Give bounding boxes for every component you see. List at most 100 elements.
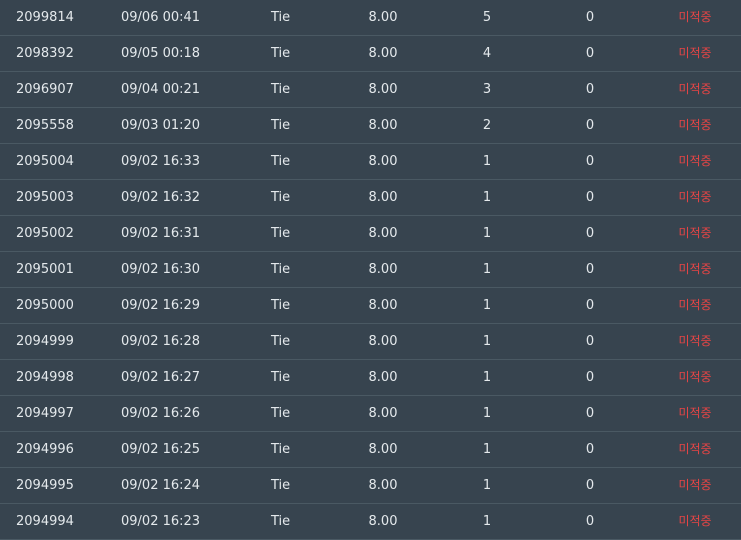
bet-time: 09/05 00:18 <box>121 46 201 61</box>
bet-choice: Tie <box>271 406 291 421</box>
bet-odds: 8.00 <box>368 154 398 169</box>
table-row: 2099814 09/06 00:41 Tie 8.00 5 0 미적중 <box>0 0 741 36</box>
status-badge: 미적중 <box>678 154 712 168</box>
win-amount: 0 <box>585 190 595 205</box>
bet-time: 09/02 16:30 <box>121 262 201 277</box>
win-amount: 0 <box>585 298 595 313</box>
bet-id: 2098392 <box>16 46 74 61</box>
win-amount: 0 <box>585 46 595 61</box>
win-amount: 0 <box>585 154 595 169</box>
bet-choice: Tie <box>271 190 291 205</box>
status-badge: 미적중 <box>678 298 712 312</box>
bet-count: 1 <box>482 262 492 277</box>
status-badge: 미적중 <box>678 118 712 132</box>
bet-id: 2094996 <box>16 442 74 457</box>
bet-time: 09/02 16:27 <box>121 370 201 385</box>
status-badge: 미적중 <box>678 406 712 420</box>
bet-odds: 8.00 <box>368 190 398 205</box>
bet-count: 1 <box>482 334 492 349</box>
win-amount: 0 <box>585 478 595 493</box>
bet-odds: 8.00 <box>368 334 398 349</box>
bet-id: 2094995 <box>16 478 74 493</box>
bet-odds: 8.00 <box>368 10 398 25</box>
table-row: 2094995 09/02 16:24 Tie 8.00 1 0 미적중 <box>0 468 741 504</box>
bet-time: 09/02 16:32 <box>121 190 201 205</box>
bet-count: 5 <box>482 10 492 25</box>
win-amount: 0 <box>585 10 595 25</box>
bet-choice: Tie <box>271 370 291 385</box>
bet-choice: Tie <box>271 334 291 349</box>
bet-odds: 8.00 <box>368 298 398 313</box>
bet-odds: 8.00 <box>368 82 398 97</box>
status-badge: 미적중 <box>678 226 712 240</box>
win-amount: 0 <box>585 82 595 97</box>
bet-count: 1 <box>482 406 492 421</box>
status-badge: 미적중 <box>678 82 712 96</box>
bet-odds: 8.00 <box>368 118 398 133</box>
bet-count: 1 <box>482 298 492 313</box>
bet-choice: Tie <box>271 298 291 313</box>
bet-odds: 8.00 <box>368 226 398 241</box>
bet-history-table: 2099814 09/06 00:41 Tie 8.00 5 0 미적중 2098392 09/… <box>0 0 741 540</box>
bet-id: 2094997 <box>16 406 74 421</box>
bet-choice: Tie <box>271 46 291 61</box>
bet-count: 3 <box>482 82 492 97</box>
status-badge: 미적중 <box>678 334 712 348</box>
bet-odds: 8.00 <box>368 442 398 457</box>
status-badge: 미적중 <box>678 190 712 204</box>
table-row: 2094996 09/02 16:25 Tie 8.00 1 0 미적중 <box>0 432 741 468</box>
table-row: 2098392 09/05 00:18 Tie 8.00 4 0 미적중 <box>0 36 741 72</box>
bet-odds: 8.00 <box>368 46 398 61</box>
bet-time: 09/03 01:20 <box>121 118 201 133</box>
bet-count: 2 <box>482 118 492 133</box>
bet-time: 09/02 16:31 <box>121 226 201 241</box>
bet-count: 1 <box>482 154 492 169</box>
bet-count: 4 <box>482 46 492 61</box>
bet-time: 09/02 16:25 <box>121 442 201 457</box>
bet-id: 2094999 <box>16 334 74 349</box>
table-row: 2095558 09/03 01:20 Tie 8.00 2 0 미적중 <box>0 108 741 144</box>
win-amount: 0 <box>585 442 595 457</box>
table-row: 2095002 09/02 16:31 Tie 8.00 1 0 미적중 <box>0 216 741 252</box>
win-amount: 0 <box>585 334 595 349</box>
bet-time: 09/02 16:28 <box>121 334 201 349</box>
bet-count: 1 <box>482 478 492 493</box>
status-badge: 미적중 <box>678 478 712 492</box>
table-row: 2095003 09/02 16:32 Tie 8.00 1 0 미적중 <box>0 180 741 216</box>
win-amount: 0 <box>585 370 595 385</box>
bet-id: 2096907 <box>16 82 74 97</box>
win-amount: 0 <box>585 226 595 241</box>
table-row: 2095001 09/02 16:30 Tie 8.00 1 0 미적중 <box>0 252 741 288</box>
table-row: 2094998 09/02 16:27 Tie 8.00 1 0 미적중 <box>0 360 741 396</box>
table-row: 2096907 09/04 00:21 Tie 8.00 3 0 미적중 <box>0 72 741 108</box>
bet-id: 2095558 <box>16 118 74 133</box>
status-badge: 미적중 <box>678 442 712 456</box>
bet-id: 2095002 <box>16 226 74 241</box>
bet-id: 2095003 <box>16 190 74 205</box>
bet-odds: 8.00 <box>368 478 398 493</box>
bet-count: 1 <box>482 190 492 205</box>
bet-time: 09/02 16:33 <box>121 154 201 169</box>
bet-id: 2095000 <box>16 298 74 313</box>
status-badge: 미적중 <box>678 10 712 24</box>
win-amount: 0 <box>585 406 595 421</box>
bet-time: 09/04 00:21 <box>121 82 201 97</box>
bet-count: 1 <box>482 442 492 457</box>
bet-time: 09/02 16:29 <box>121 298 201 313</box>
status-badge: 미적중 <box>678 46 712 60</box>
bet-time: 09/02 16:24 <box>121 478 201 493</box>
win-amount: 0 <box>585 262 595 277</box>
table-row: 2095000 09/02 16:29 Tie 8.00 1 0 미적중 <box>0 288 741 324</box>
bet-count: 1 <box>482 370 492 385</box>
bet-id: 2099814 <box>16 10 74 25</box>
win-amount: 0 <box>585 118 595 133</box>
bet-odds: 8.00 <box>368 262 398 277</box>
bet-id: 2094998 <box>16 370 74 385</box>
bet-time: 09/06 00:41 <box>121 10 201 25</box>
bet-choice: Tie <box>271 442 291 457</box>
table-row: 2094999 09/02 16:28 Tie 8.00 1 0 미적중 <box>0 324 741 360</box>
status-badge: 미적중 <box>678 370 712 384</box>
table-row: 2095004 09/02 16:33 Tie 8.00 1 0 미적중 <box>0 144 741 180</box>
bet-choice: Tie <box>271 118 291 133</box>
bet-choice: Tie <box>271 478 291 493</box>
